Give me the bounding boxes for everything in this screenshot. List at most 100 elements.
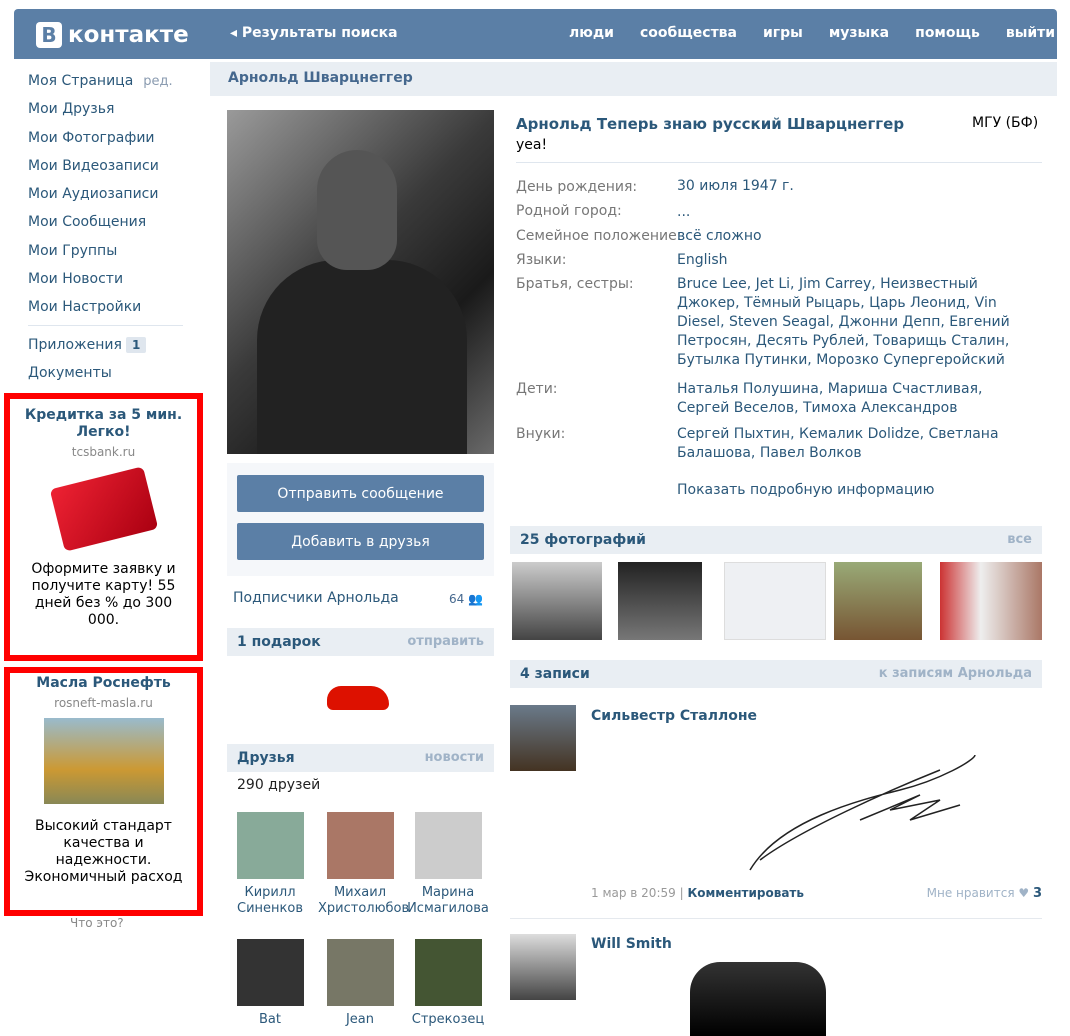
friends-title[interactable]: Друзья — [237, 750, 295, 766]
post-author-avatar[interactable] — [510, 934, 576, 1000]
profile-photo[interactable] — [227, 110, 494, 454]
subscribers-count: 64 👥 — [449, 592, 483, 606]
ad-block-rosneft[interactable]: Масла Роснефть rosneft-masla.ru Высокий … — [4, 667, 203, 916]
edit-link[interactable]: ред. — [143, 74, 172, 89]
oil-product-image[interactable] — [43, 718, 164, 804]
logo-text: контакте — [68, 22, 189, 48]
sidebar-item-audio[interactable]: Мои Аудиозаписи — [28, 183, 198, 211]
subscribers-label[interactable]: Подписчики Арнольда — [233, 590, 399, 606]
friend-item[interactable]: Bat — [228, 939, 312, 1028]
ads-what-link[interactable]: Что это? — [70, 916, 124, 930]
show-more-info-link[interactable]: Показать подробную информацию — [677, 482, 934, 498]
sidebar-item-label[interactable]: Моя Страница — [28, 73, 133, 89]
friend-avatar[interactable] — [414, 939, 482, 1006]
nav-games[interactable]: игры — [763, 25, 803, 41]
sidebar-item-photos[interactable]: Мои Фотографии — [28, 127, 198, 155]
nav-people[interactable]: люди — [569, 25, 614, 41]
back-to-search-link[interactable]: ◂ Результаты поиска — [230, 25, 398, 41]
birthday-value[interactable]: 30 июля 1947 г. — [677, 177, 1037, 196]
friend-avatar[interactable] — [414, 812, 482, 879]
siblings-value[interactable]: Bruce Lee, Jet Li, Jim Carrey, Неизвестн… — [677, 275, 1037, 370]
grandchildren-value[interactable]: Сергей Пыхтин, Кемалик Dolidze, Светлана… — [677, 425, 1037, 463]
friend-first-name[interactable]: Марина — [406, 885, 490, 901]
languages-value[interactable]: English — [677, 251, 1037, 270]
photo-thumb[interactable] — [940, 562, 1042, 640]
friend-first-name[interactable]: Стрекозец — [406, 1012, 490, 1028]
post-author-avatar[interactable] — [510, 705, 576, 771]
field-label: Языки: — [516, 252, 567, 268]
photos-title[interactable]: 25 фотографий — [520, 532, 646, 548]
friends-count: 290 друзей — [237, 777, 321, 793]
field-label: День рождения: — [516, 179, 638, 195]
nav-logout[interactable]: выйти — [1006, 25, 1055, 41]
sidebar-item-videos[interactable]: Мои Видеозаписи — [28, 155, 198, 183]
photo-thumb[interactable] — [618, 562, 702, 640]
send-gift-link[interactable]: отправить — [407, 634, 484, 649]
sidebar-item-apps[interactable]: Приложения 1 — [28, 334, 198, 362]
photo-thumb[interactable] — [834, 562, 922, 640]
profile-university[interactable]: МГУ (БФ) — [972, 115, 1038, 131]
post-meta: 1 мар в 20:59 | Комментировать — [591, 886, 804, 900]
photo-thumb[interactable] — [512, 562, 602, 640]
vk-logo[interactable]: В контакте — [36, 22, 189, 48]
friend-first-name[interactable]: Jean — [318, 1012, 402, 1028]
all-photos-link[interactable]: все — [1007, 532, 1032, 547]
credit-card-image[interactable] — [49, 466, 158, 552]
friend-item[interactable]: Стрекозец — [406, 939, 490, 1028]
friend-last-name[interactable]: Исмагилова — [406, 901, 490, 917]
sidebar-item-messages[interactable]: Мои Сообщения — [28, 211, 198, 239]
wall-title[interactable]: 4 записи — [520, 666, 590, 682]
friend-first-name[interactable]: Кирилл — [228, 885, 312, 901]
sidebar-item-groups[interactable]: Мои Группы — [28, 240, 198, 268]
post-author-name[interactable]: Will Smith — [591, 936, 672, 952]
send-message-button[interactable]: Отправить сообщение — [237, 475, 484, 512]
friend-item[interactable]: Jean — [318, 939, 402, 1028]
subscribers-link[interactable]: Подписчики Арнольда 64 👥 — [233, 590, 488, 606]
ad-title[interactable]: Кредитка за 5 мин. Легко! — [10, 407, 197, 441]
friend-avatar[interactable] — [236, 939, 304, 1006]
post-author-name[interactable]: Сильвестр Сталлоне — [591, 708, 757, 724]
field-label: Внуки: — [516, 426, 566, 442]
nav-communities[interactable]: сообщества — [640, 25, 737, 41]
friend-avatar[interactable] — [236, 812, 304, 879]
nav-help[interactable]: помощь — [915, 25, 980, 41]
sidebar-item-settings[interactable]: Мои Настройки — [28, 296, 198, 324]
ad-title[interactable]: Масла Роснефть — [10, 675, 197, 692]
hometown-value[interactable]: ... — [677, 203, 1037, 222]
friend-last-name[interactable]: Христолюбов — [318, 901, 409, 917]
friend-first-name[interactable]: Михаил — [318, 885, 402, 901]
friend-first-name[interactable]: Bat — [228, 1012, 312, 1028]
friend-item[interactable]: Кирилл Синенков — [228, 812, 312, 917]
gifts-title[interactable]: 1 подарок — [237, 634, 321, 650]
friend-avatar[interactable] — [326, 812, 394, 879]
wall-header: 4 записи к записям Арнольда — [510, 660, 1042, 688]
sidebar-item-friends[interactable]: Мои Друзья — [28, 98, 198, 126]
field-label: Родной город: — [516, 203, 622, 219]
comment-link[interactable]: Комментировать — [687, 886, 804, 900]
like-button[interactable]: Мне нравится ♥ 3 — [927, 886, 1042, 901]
people-icon: 👥 — [468, 592, 483, 606]
photo-thumbnails — [512, 562, 1042, 640]
children-value[interactable]: Наталья Полушина, Мариша Счастливая, Сер… — [677, 380, 1037, 418]
photo-thumb[interactable] — [724, 562, 826, 640]
sidebar-item-my-page[interactable]: Моя Страница ред. — [28, 70, 198, 98]
friend-last-name[interactable]: Синенков — [228, 901, 312, 917]
friend-item[interactable]: Михаил Христолюбов — [318, 812, 409, 917]
to-wall-link[interactable]: к записям Арнольда — [879, 666, 1032, 681]
post-image[interactable] — [690, 962, 826, 1036]
post-date[interactable]: 1 мар в 20:59 — [591, 886, 676, 900]
friend-avatar[interactable] — [326, 939, 394, 1006]
profile-status[interactable]: yea! — [516, 137, 547, 153]
add-friend-button[interactable]: Добавить в друзья — [237, 523, 484, 560]
sidebar-item-label[interactable]: Приложения — [28, 337, 122, 353]
friend-item[interactable]: Марина Исмагилова — [406, 812, 490, 917]
apps-count-badge: 1 — [125, 336, 147, 353]
sidebar-item-news[interactable]: Мои Новости — [28, 268, 198, 296]
gift-car-image[interactable] — [327, 686, 389, 710]
like-label[interactable]: Мне нравится — [927, 886, 1015, 900]
ad-block-credit[interactable]: Кредитка за 5 мин. Легко! tcsbank.ru Офо… — [4, 393, 203, 661]
nav-music[interactable]: музыка — [829, 25, 889, 41]
relationship-value[interactable]: всё сложно — [677, 227, 1037, 246]
friends-news-link[interactable]: новости — [425, 750, 484, 765]
sidebar-item-docs[interactable]: Документы — [28, 362, 198, 390]
